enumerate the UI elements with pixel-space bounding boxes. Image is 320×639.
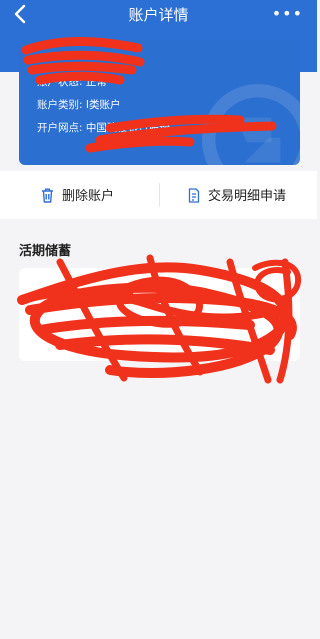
account-type-label: 账户类别:	[37, 99, 83, 111]
delete-account-label: 删除账户	[62, 189, 115, 204]
account-status-row: 账户状态: 正常	[37, 74, 107, 89]
trash-icon	[42, 188, 53, 203]
branch-row: 开户网点: 中国建设银行股份	[37, 120, 170, 135]
account-type-row: 账户类别: I类账户	[37, 97, 121, 112]
navigation-bar: 账户详情 •••	[0, 0, 317, 27]
section-title: 活期储蓄	[19, 244, 72, 259]
delete-account-button[interactable]: 删除账户	[41, 185, 114, 204]
document-icon	[188, 188, 200, 203]
account-status-value: 正常	[85, 76, 107, 88]
statement-request-label: 交易明细申请	[208, 189, 287, 204]
account-status-label: 账户状态:	[37, 76, 83, 88]
branch-value: 中国建设银行股份	[85, 122, 170, 134]
bank-logo-watermark-icon	[202, 84, 300, 165]
savings-account-card[interactable]	[19, 268, 300, 361]
account-card: 账户状态: 正常 账户类别: I类账户 开户网点: 中国建设银行股份	[19, 40, 300, 165]
action-bar: 删除账户 交易明细申请	[0, 171, 317, 219]
page-title: 账户详情	[128, 6, 189, 24]
branch-label: 开户网点:	[37, 122, 83, 134]
statement-request-button[interactable]: 交易明细申请	[188, 185, 286, 204]
action-divider	[159, 183, 160, 207]
account-type-value: I类账户	[85, 99, 121, 111]
more-menu-button[interactable]: •••	[272, 4, 303, 23]
